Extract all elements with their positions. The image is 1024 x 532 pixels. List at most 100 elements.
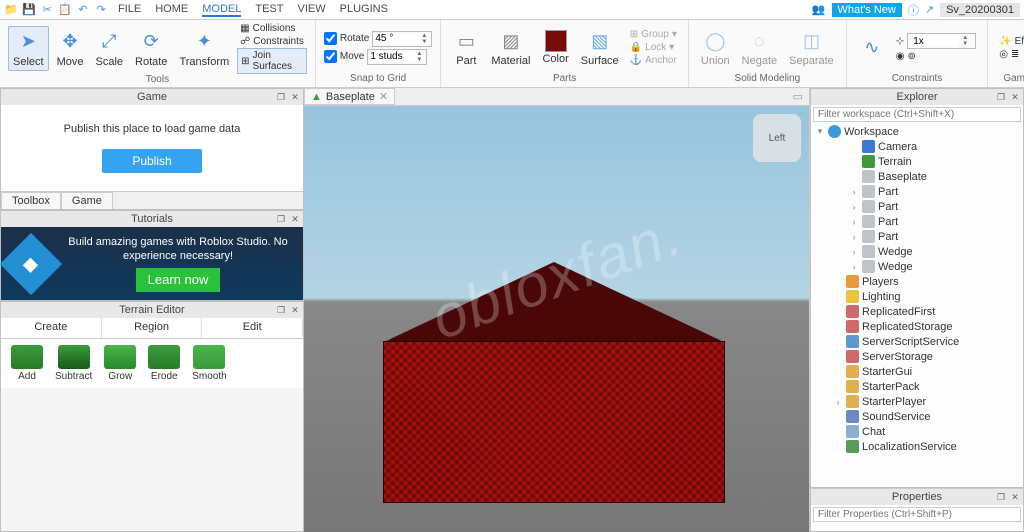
- menu-home[interactable]: HOME: [155, 3, 188, 17]
- tree-node[interactable]: ›Part: [815, 199, 1023, 214]
- menu-model[interactable]: MODEL: [202, 3, 241, 17]
- negate-button[interactable]: ◌Negate: [738, 26, 781, 69]
- terrain-erode[interactable]: Erode: [148, 345, 180, 382]
- tree-node[interactable]: Players: [815, 274, 1023, 289]
- constraint-create[interactable]: ∿: [855, 33, 889, 63]
- undock-icon[interactable]: ❐: [995, 91, 1007, 103]
- cut-icon[interactable]: ✂: [40, 3, 54, 17]
- view-cube[interactable]: Left: [753, 114, 801, 162]
- tree-node[interactable]: ›StarterPlayer: [815, 394, 1023, 409]
- tree-node[interactable]: StarterGui: [815, 364, 1023, 379]
- menu-plugins[interactable]: PLUGINS: [340, 3, 388, 17]
- user-badge[interactable]: Sv_20200301: [940, 3, 1020, 17]
- move-snap-input[interactable]: [368, 51, 416, 62]
- doc-menu-icon[interactable]: ▭: [787, 90, 809, 103]
- group-button[interactable]: ⊞Group ▾: [627, 28, 680, 41]
- join-surfaces-toggle[interactable]: ⊞Join Surfaces: [237, 48, 307, 74]
- help-icon[interactable]: ⓘ: [908, 2, 919, 18]
- terrain-add[interactable]: Add: [11, 345, 43, 382]
- spawn-icon[interactable]: ◎: [999, 49, 1008, 60]
- close-icon[interactable]: ✕: [289, 213, 301, 225]
- rotate-tool[interactable]: ⟳Rotate: [131, 27, 171, 70]
- tree-node[interactable]: ›Wedge: [815, 259, 1023, 274]
- undock-icon[interactable]: ❐: [995, 491, 1007, 503]
- explorer-tree[interactable]: ▾Workspace CameraTerrainBaseplate›Part›P…: [811, 124, 1023, 487]
- explorer-filter-input[interactable]: [813, 107, 1021, 122]
- move-snap-check[interactable]: [324, 50, 337, 63]
- rotate-snap-input[interactable]: [373, 33, 421, 44]
- undo-icon[interactable]: ↶: [76, 3, 90, 17]
- tree-node[interactable]: ›Wedge: [815, 244, 1023, 259]
- collab-icon[interactable]: 👥: [812, 3, 826, 16]
- transform-tool[interactable]: ✦Transform: [175, 27, 233, 70]
- constraint-scale-input[interactable]: [911, 36, 959, 47]
- surface-button[interactable]: ▧Surface: [577, 26, 623, 69]
- tree-node[interactable]: ServerScriptService: [815, 334, 1023, 349]
- union-button[interactable]: ◯Union: [697, 26, 734, 69]
- terrain-tab-region[interactable]: Region: [102, 318, 203, 338]
- collisions-toggle[interactable]: ▦Collisions: [237, 22, 307, 35]
- terrain-tab-edit[interactable]: Edit: [202, 318, 303, 338]
- document-tab[interactable]: ▲ Baseplate ✕: [304, 88, 395, 105]
- properties-filter-input[interactable]: [813, 507, 1021, 522]
- center-dock: ▲ Baseplate ✕ ▭ Left obloxfan.: [304, 88, 809, 532]
- tree-node[interactable]: Camera: [815, 139, 1023, 154]
- whats-new-button[interactable]: What's New: [832, 3, 902, 17]
- tab-game[interactable]: Game: [61, 192, 113, 209]
- constraints-toggle[interactable]: ☍Constraints: [237, 35, 307, 48]
- undock-icon[interactable]: ❐: [275, 213, 287, 225]
- tree-node[interactable]: ›Part: [815, 214, 1023, 229]
- effects-button[interactable]: ✨Effects ▾: [996, 35, 1024, 48]
- learn-now-button[interactable]: Learn now: [136, 268, 221, 293]
- menu-test[interactable]: TEST: [255, 3, 283, 17]
- close-icon[interactable]: ✕: [1009, 91, 1021, 103]
- tree-node[interactable]: SoundService: [815, 409, 1023, 424]
- terrain-subtract[interactable]: Subtract: [55, 345, 92, 382]
- separate-button[interactable]: ◫Separate: [785, 26, 838, 69]
- menu-file[interactable]: FILE: [118, 3, 141, 17]
- tree-node[interactable]: Terrain: [815, 154, 1023, 169]
- tree-node[interactable]: ›Part: [815, 184, 1023, 199]
- move-tool[interactable]: ✥Move: [53, 27, 88, 70]
- material-button[interactable]: ▨Material: [487, 26, 534, 69]
- tree-node[interactable]: LocalizationService: [815, 439, 1023, 454]
- open-icon[interactable]: 📁: [4, 3, 18, 17]
- tree-node[interactable]: Baseplate: [815, 169, 1023, 184]
- terrain-tab-create[interactable]: Create: [1, 318, 102, 338]
- viewport-3d[interactable]: Left obloxfan.: [304, 106, 809, 532]
- tree-node[interactable]: ServerStorage: [815, 349, 1023, 364]
- color-button[interactable]: Color: [538, 28, 572, 67]
- tree-node[interactable]: ›Part: [815, 229, 1023, 244]
- copy-icon[interactable]: 📋: [58, 3, 72, 17]
- undock-icon[interactable]: ❐: [275, 304, 287, 316]
- close-icon[interactable]: ✕: [1009, 491, 1021, 503]
- select-tool[interactable]: ➤Select: [8, 26, 49, 71]
- publish-button[interactable]: Publish: [102, 149, 201, 173]
- undock-icon[interactable]: ❐: [275, 91, 287, 103]
- tree-node[interactable]: Lighting: [815, 289, 1023, 304]
- tab-toolbox[interactable]: Toolbox: [1, 192, 61, 209]
- save-icon[interactable]: 💾: [22, 3, 36, 17]
- close-icon[interactable]: ✕: [289, 304, 301, 316]
- redo-icon[interactable]: ↷: [94, 3, 108, 17]
- tree-node[interactable]: ReplicatedStorage: [815, 319, 1023, 334]
- part-button[interactable]: ▭Part: [449, 26, 483, 69]
- tree-node-workspace[interactable]: ▾Workspace: [815, 124, 1023, 139]
- tree-node[interactable]: Chat: [815, 424, 1023, 439]
- close-icon[interactable]: ✕: [289, 91, 301, 103]
- terrain-smooth[interactable]: Smooth: [192, 345, 226, 382]
- script-icon[interactable]: ≣: [1011, 49, 1019, 60]
- share-icon[interactable]: ↗: [925, 3, 934, 16]
- constraint-vis2-icon[interactable]: ⊚: [908, 51, 916, 62]
- anchor-button[interactable]: ⚓Anchor: [627, 54, 680, 67]
- terrain-grow[interactable]: Grow: [104, 345, 136, 382]
- constraint-vis-icon[interactable]: ◉: [896, 51, 905, 62]
- scale-tool[interactable]: ⤢Scale: [91, 27, 127, 70]
- menu-view[interactable]: VIEW: [297, 3, 325, 17]
- rotate-snap-check[interactable]: [324, 32, 337, 45]
- tree-node[interactable]: StarterPack: [815, 379, 1023, 394]
- lock-button[interactable]: 🔒Lock ▾: [627, 41, 680, 54]
- close-tab-icon[interactable]: ✕: [379, 90, 388, 103]
- constraint-detail-icon[interactable]: ⊹: [896, 36, 904, 47]
- tree-node[interactable]: ReplicatedFirst: [815, 304, 1023, 319]
